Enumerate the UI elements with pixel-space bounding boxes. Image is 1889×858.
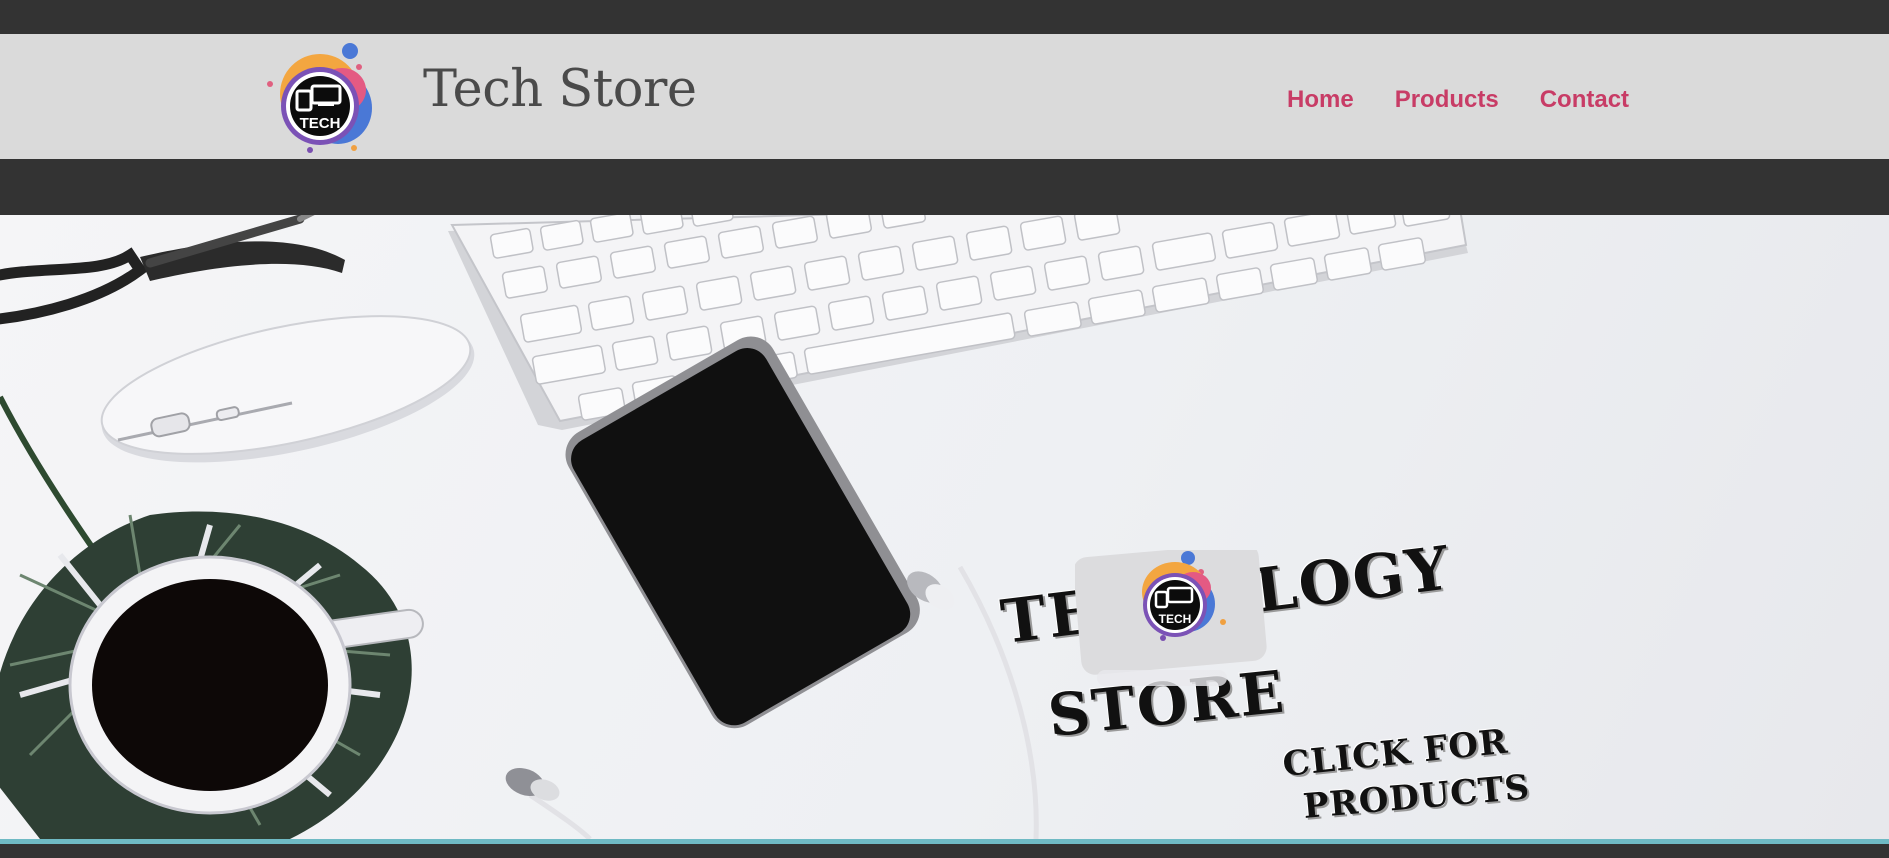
hero-banner[interactable]: TECNOLOGY STORE CLICK FOR PRODUCTS xyxy=(0,215,1889,839)
site-title: Tech Store xyxy=(423,60,697,119)
site-header: TECH Tech Store Home Products Contact xyxy=(0,34,1889,159)
hero-illustration xyxy=(0,215,1468,839)
header-separator-band xyxy=(0,159,1889,215)
footer-strip xyxy=(0,844,1889,858)
nav-link-contact[interactable]: Contact xyxy=(1540,86,1629,114)
keyboard-icon xyxy=(448,215,1468,430)
badge-logo-text: TECH xyxy=(1159,612,1192,626)
logo-text: TECH xyxy=(300,115,341,132)
mouse-icon xyxy=(100,315,475,463)
tech-logo-icon[interactable]: TECH xyxy=(258,42,390,154)
nav-link-products[interactable]: Products xyxy=(1395,86,1499,114)
glasses-icon xyxy=(0,215,345,325)
main-nav: Home Products Contact xyxy=(1287,86,1629,114)
hero-logo-badge[interactable]: TECH xyxy=(1075,550,1267,700)
nav-link-home[interactable]: Home xyxy=(1287,86,1354,114)
top-bar xyxy=(0,0,1889,34)
